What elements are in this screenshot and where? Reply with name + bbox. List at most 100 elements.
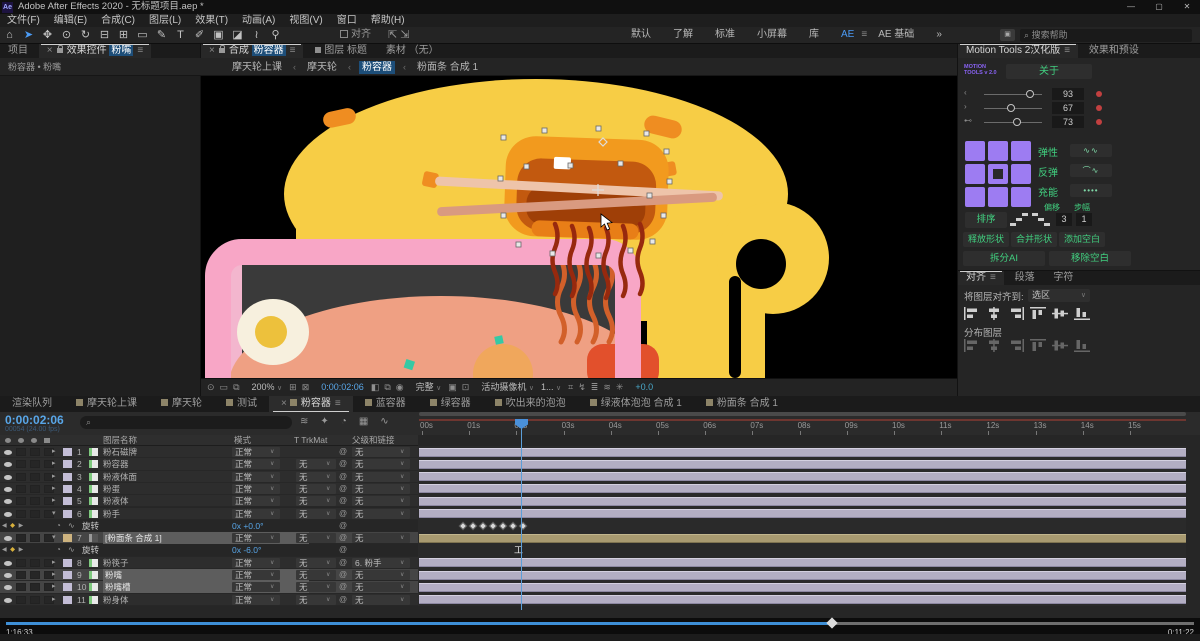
show-snapshot-icon[interactable]: ⧉: [384, 382, 390, 392]
motion-blur-icon[interactable]: ◔: [341, 416, 347, 427]
layer-name[interactable]: 粉筷子: [103, 557, 129, 569]
maximize-button[interactable]: ▢: [1146, 0, 1172, 14]
anchor-grid-cell[interactable]: [988, 187, 1008, 207]
snap-align-toggle[interactable]: 对齐: [340, 27, 371, 43]
column-layer-name[interactable]: 图层名称: [103, 435, 137, 446]
keyframe-diamond[interactable]: [499, 522, 507, 530]
充能-button[interactable]: 充能: [1038, 188, 1058, 199]
grid-guides-icon[interactable]: ⊞: [289, 382, 297, 392]
充能-curve-icon[interactable]: ••••: [1070, 184, 1112, 197]
slider-value[interactable]: 73: [1052, 116, 1084, 128]
align-hcenter-button[interactable]: [986, 307, 1002, 325]
anchor-grid-cell[interactable]: [1011, 187, 1031, 207]
pixel-aspect-icon[interactable]: ⌗: [568, 382, 573, 392]
panel-menu-icon[interactable]: ≡: [137, 45, 143, 56]
visibility-toggle[interactable]: [4, 475, 12, 480]
anchor-grid-cell[interactable]: [1011, 164, 1031, 184]
slider-track[interactable]: [984, 108, 1042, 109]
minimize-button[interactable]: —: [1118, 0, 1144, 14]
layer-duration-bar[interactable]: [419, 509, 1186, 518]
layer-name[interactable]: 粉身体: [103, 594, 129, 606]
panel-menu-icon[interactable]: ≡: [1064, 45, 1070, 56]
timeline-tab-粉容器[interactable]: ×粉容器≡: [269, 396, 353, 412]
switch-box[interactable]: [30, 460, 40, 468]
visibility-toggle[interactable]: [4, 450, 12, 455]
弹性-button[interactable]: 弹性: [1038, 148, 1058, 159]
workspace-默认[interactable]: 默认: [620, 27, 662, 43]
menu-item[interactable]: 窗口: [330, 14, 364, 27]
workspace-库[interactable]: 库: [798, 27, 830, 43]
exposure-value[interactable]: +0.0: [635, 379, 653, 396]
clone-stamp-tool[interactable]: ▣: [209, 27, 228, 43]
switch-box[interactable]: [16, 497, 26, 505]
camera-tool[interactable]: ⊟: [95, 27, 114, 43]
progress-bar-elapsed[interactable]: [6, 622, 832, 625]
label-color-swatch[interactable]: [63, 583, 72, 591]
timeline-tab-绿液体泡泡 合成 1[interactable]: 绿液体泡泡 合成 1: [578, 396, 694, 412]
switch-box[interactable]: [16, 571, 26, 579]
parent-pickwhip-icon[interactable]: @: [339, 508, 347, 520]
sync-settings-icon[interactable]: ▣: [1000, 29, 1015, 41]
eraser-tool[interactable]: ◪: [228, 27, 247, 43]
expand-arrow-icon[interactable]: ▸: [52, 495, 56, 507]
region-of-interest-icon[interactable]: ⊠: [302, 382, 310, 392]
pickwhip-icon[interactable]: @: [339, 544, 347, 556]
property-value[interactable]: 0x -6.0°: [232, 544, 261, 556]
expand-arrow-icon[interactable]: ▸: [52, 483, 56, 495]
frame-blend-icon[interactable]: ✦: [320, 416, 328, 427]
slider-track[interactable]: [984, 94, 1042, 95]
layer-name[interactable]: 粉蛋: [103, 483, 120, 495]
tab-motion-tools[interactable]: Motion Tools 2汉化版≡: [958, 44, 1078, 58]
合并形状-button[interactable]: 合并形状: [1011, 232, 1057, 247]
tab-align[interactable]: 对齐≡: [958, 271, 1004, 285]
share-view-icon[interactable]: ⧉: [233, 382, 239, 392]
layer-row[interactable]: ▸10粉嘴槽正常∨无∨@无∨: [0, 581, 1200, 593]
channels-icon[interactable]: ◉: [396, 382, 404, 392]
label-color-swatch[interactable]: [63, 596, 72, 604]
pen-tool[interactable]: ✎: [152, 27, 171, 43]
visibility-toggle[interactable]: [4, 598, 12, 603]
anchor-grid-cell[interactable]: [1011, 141, 1031, 161]
snapshot-icon[interactable]: ◧: [371, 382, 380, 392]
tab-paragraph[interactable]: 段落: [1007, 271, 1043, 285]
magnification-dropdown[interactable]: 200% ∨: [252, 379, 283, 397]
switch-box[interactable]: [16, 485, 26, 493]
rectangle-tool[interactable]: ▭: [133, 27, 152, 43]
work-area-bar[interactable]: [419, 412, 1186, 416]
layer-name[interactable]: 粉液体面: [103, 471, 137, 483]
playhead-line[interactable]: [521, 419, 522, 610]
distribute-hcenter-button[interactable]: [986, 339, 1002, 357]
拆分AI-button[interactable]: 拆分AI: [963, 251, 1045, 266]
label-color-swatch[interactable]: [63, 460, 72, 468]
align-checkbox[interactable]: [340, 30, 348, 38]
visibility-toggle[interactable]: [4, 573, 12, 578]
view-layout-dropdown[interactable]: 1... ∨: [541, 379, 561, 397]
layer-duration-bar[interactable]: [419, 558, 1186, 567]
parent-pickwhip-icon[interactable]: @: [339, 532, 347, 544]
menu-item[interactable]: 文件(F): [0, 14, 47, 27]
align-vcenter-button[interactable]: [1052, 307, 1068, 325]
layer-duration-bar[interactable]: [419, 460, 1186, 469]
distribute-right-button[interactable]: [1008, 339, 1024, 357]
align-bottom-button[interactable]: [1074, 307, 1090, 325]
distribute-bottom-button[interactable]: [1074, 339, 1090, 357]
tab-layer[interactable]: 图层 标题: [306, 44, 375, 58]
anchor-grid-cell[interactable]: [965, 187, 985, 207]
timeline-tab-测试[interactable]: 测试: [214, 396, 269, 412]
tab-project[interactable]: 项目: [0, 44, 36, 58]
layer-name[interactable]: 粉手: [103, 508, 120, 520]
about-button[interactable]: 关于: [1006, 64, 1092, 79]
anchor-grid-cell[interactable]: [965, 164, 985, 184]
layer-duration-bar[interactable]: [419, 472, 1186, 481]
workspace-overflow-icon[interactable]: »: [925, 27, 953, 43]
parent-pickwhip-icon[interactable]: @: [339, 581, 347, 593]
viewer-current-time[interactable]: 0:00:02:06: [321, 379, 364, 396]
layer-row[interactable]: ▾7[粉面条 合成 1]正常∨无∨@无∨: [0, 532, 1200, 544]
layer-row[interactable]: ▸3粉液体面正常∨无∨@无∨: [0, 471, 1200, 483]
switch-box[interactable]: [16, 448, 26, 456]
keyframe-diamond[interactable]: [459, 522, 467, 530]
layer-row[interactable]: ▾6粉手正常∨无∨@无∨: [0, 508, 1200, 520]
sort-button[interactable]: 排序: [965, 212, 1007, 228]
breadcrumb-item[interactable]: 摩天轮上课: [229, 61, 285, 74]
tab-footage[interactable]: 素材 （无）: [378, 44, 447, 58]
